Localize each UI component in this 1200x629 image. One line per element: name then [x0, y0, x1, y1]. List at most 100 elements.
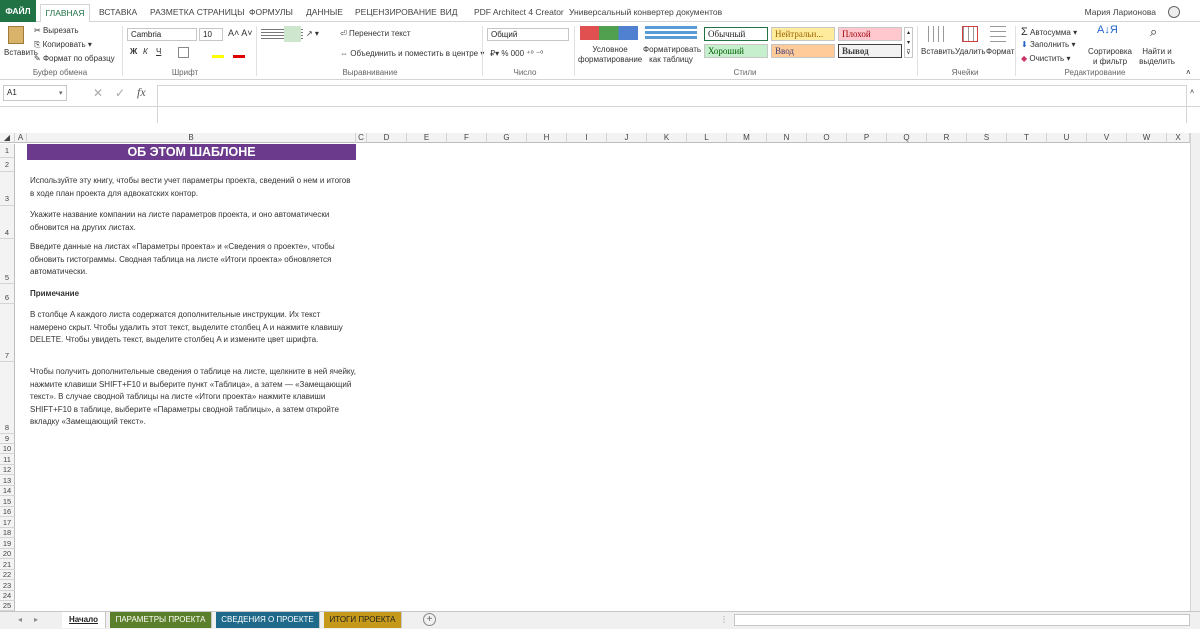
column-header[interactable]: E — [407, 133, 447, 143]
column-header[interactable]: H — [527, 133, 567, 143]
user-name[interactable]: Мария Ларионова — [1085, 7, 1156, 17]
font-name-select[interactable]: Cambria — [127, 28, 197, 41]
insert-cells-button[interactable]: Вставить — [921, 47, 955, 56]
column-header[interactable]: R — [927, 133, 967, 143]
column-header[interactable]: J — [607, 133, 647, 143]
row-header[interactable]: 5 — [0, 239, 15, 284]
copy-button[interactable]: ⎘ Копировать ▾ — [34, 40, 92, 50]
expand-formula-icon[interactable]: ˄ — [1190, 89, 1194, 96]
row-header[interactable]: 8 — [0, 362, 15, 434]
column-header[interactable]: I — [567, 133, 607, 143]
tab-home[interactable]: ГЛАВНАЯ — [40, 4, 90, 23]
column-header[interactable]: C — [356, 133, 367, 143]
name-box[interactable]: A1 — [3, 85, 67, 101]
row-header[interactable]: 22 — [0, 570, 15, 580]
styles-scroll[interactable]: ▴ ▾ ⊽ — [904, 27, 913, 58]
row-header[interactable]: 15 — [0, 496, 15, 507]
tab-view[interactable]: ВИД — [440, 5, 458, 22]
format-painter-button[interactable]: ✎ Формат по образцу — [34, 54, 115, 63]
sheet-tab-start[interactable]: Начало — [62, 612, 106, 628]
row-header[interactable]: 19 — [0, 538, 15, 549]
number-format-buttons[interactable]: ₽▾ % 000 ⁺⁰ ⁻⁰ — [490, 49, 543, 58]
bold-button[interactable]: Ж — [130, 47, 137, 56]
column-header[interactable]: M — [727, 133, 767, 143]
column-header[interactable]: Q — [887, 133, 927, 143]
intro-paragraph[interactable]: Используйте эту книгу, чтобы вести учет … — [30, 175, 356, 200]
style-good[interactable]: Хороший — [704, 44, 768, 58]
wrap-text-button[interactable]: ⏎ Перенести текст — [340, 29, 411, 38]
row-header[interactable]: 12 — [0, 465, 15, 475]
format-cells-button[interactable]: Формат — [986, 47, 1014, 56]
column-header[interactable]: N — [767, 133, 807, 143]
row-header[interactable]: 1 — [0, 144, 15, 158]
column-header[interactable]: G — [487, 133, 527, 143]
font-grow-button[interactable]: A˄ A˅ — [228, 28, 253, 38]
orientation-button[interactable]: ↗ ▾ — [306, 29, 319, 38]
column-header[interactable]: L — [687, 133, 727, 143]
alt-text-paragraph[interactable]: Чтобы получить дополнительные сведения о… — [30, 366, 356, 429]
sheet-tab-parameters[interactable]: ПАРАМЕТРЫ ПРОЕКТА — [110, 612, 212, 628]
delete-cells-button[interactable]: Удалить — [955, 47, 986, 56]
align-middle-selected[interactable] — [284, 26, 301, 42]
column-header[interactable]: D — [367, 133, 407, 143]
column-header[interactable]: T — [1007, 133, 1047, 143]
name-box-dropdown-icon[interactable]: ▾ — [59, 89, 63, 97]
paste-button[interactable]: Вставить — [4, 48, 38, 57]
formula-input[interactable] — [157, 85, 1187, 123]
tab-pdf-architect[interactable]: PDF Architect 4 Creator — [474, 5, 564, 22]
row-header[interactable]: 10 — [0, 444, 15, 454]
next-sheet-icon[interactable]: ▸ — [34, 615, 38, 624]
row-header[interactable]: 17 — [0, 517, 15, 528]
note-heading[interactable]: Примечание — [30, 288, 356, 301]
conditional-formatting-button[interactable]: Условное форматирование — [578, 45, 642, 65]
row-header[interactable]: 3 — [0, 172, 15, 206]
row-header[interactable]: 21 — [0, 559, 15, 570]
column-header[interactable]: O — [807, 133, 847, 143]
row-header[interactable]: 23 — [0, 580, 15, 591]
number-format-select[interactable]: Общий — [487, 28, 569, 41]
column-header[interactable]: F — [447, 133, 487, 143]
select-all-corner[interactable]: ◢ — [0, 133, 15, 143]
fill-color-icon[interactable] — [212, 55, 224, 58]
underline-button[interactable]: Ч — [156, 47, 161, 56]
row-header[interactable]: 9 — [0, 434, 15, 444]
style-normal[interactable]: Обычный — [704, 27, 768, 41]
sheet-tab-totals[interactable]: ИТОГИ ПРОЕКТА — [324, 612, 402, 628]
style-neutral[interactable]: Нейтральн... — [771, 27, 835, 41]
row-header[interactable]: 18 — [0, 528, 15, 538]
prev-sheet-icon[interactable]: ◂ — [18, 615, 22, 624]
font-size-select[interactable]: 10 — [199, 28, 223, 41]
italic-button[interactable]: К — [143, 47, 148, 56]
cut-button[interactable]: ✂ Вырезать — [34, 26, 79, 35]
borders-icon[interactable] — [178, 47, 189, 58]
row-header[interactable]: 4 — [0, 206, 15, 239]
company-paragraph[interactable]: Укажите название компании на листе парам… — [30, 209, 356, 234]
style-bad[interactable]: Плохой — [838, 27, 902, 41]
merge-center-button[interactable]: ⇔ Объединить и поместить в центре ▾ — [340, 49, 484, 58]
column-header[interactable]: P — [847, 133, 887, 143]
data-paragraph[interactable]: Введите данные на листах «Параметры прое… — [30, 241, 356, 279]
column-header[interactable]: A — [15, 133, 27, 143]
split-icon[interactable]: ⋮ — [720, 615, 728, 624]
tab-data[interactable]: ДАННЫЕ — [306, 5, 343, 22]
note-paragraph[interactable]: В столбце A каждого листа содержатся доп… — [30, 309, 356, 347]
vertical-scrollbar[interactable] — [1190, 133, 1200, 611]
worksheet[interactable]: ◢ A B C D E F G H I J K L M N O P Q R S … — [0, 133, 1190, 611]
style-output[interactable]: Вывод — [838, 44, 902, 58]
column-header[interactable]: U — [1047, 133, 1087, 143]
insert-function-icon[interactable]: fx — [137, 85, 146, 100]
column-header[interactable]: W — [1127, 133, 1167, 143]
row-header[interactable]: 25 — [0, 601, 15, 611]
clear-button[interactable]: ◆ Очистить ▾ — [1021, 54, 1070, 63]
column-header[interactable]: B — [27, 133, 356, 143]
autosum-button[interactable]: Σ Автосумма ▾ — [1021, 26, 1077, 38]
cancel-icon[interactable]: ✕ — [93, 86, 103, 100]
row-header[interactable]: 16 — [0, 507, 15, 517]
column-header[interactable]: K — [647, 133, 687, 143]
row-header[interactable]: 7 — [0, 304, 15, 362]
tab-review[interactable]: РЕЦЕНЗИРОВАНИЕ — [355, 5, 437, 22]
row-header[interactable]: 2 — [0, 158, 15, 172]
font-color-icon[interactable] — [233, 55, 245, 58]
sheet-tab-details[interactable]: СВЕДЕНИЯ О ПРОЕКТЕ — [216, 612, 320, 628]
row-header[interactable]: 14 — [0, 486, 15, 496]
